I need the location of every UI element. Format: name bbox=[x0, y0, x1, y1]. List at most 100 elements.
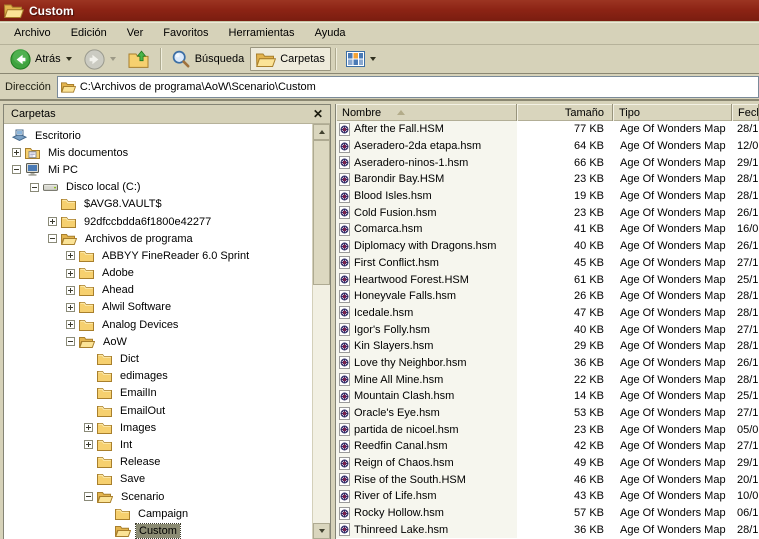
tree-item-archivos-de-programa[interactable]: Archivos de programa bbox=[4, 230, 312, 247]
expander-plus-icon[interactable] bbox=[66, 251, 75, 261]
file-row[interactable]: Aseradero-ninos-1.hsm 66 KB Age Of Wonders… bbox=[336, 154, 759, 172]
expander-minus-icon[interactable] bbox=[48, 234, 57, 244]
views-button[interactable] bbox=[340, 47, 382, 71]
tree-item-int[interactable]: Int bbox=[4, 436, 312, 453]
forward-dropdown-icon[interactable] bbox=[109, 57, 116, 61]
file-row[interactable]: After the Fall.HSM 77 KB Age Of Wonders Ma… bbox=[336, 121, 759, 138]
expander-minus-icon[interactable] bbox=[12, 165, 21, 175]
file-row[interactable]: Barondir Bay.HSM 23 KB Age Of Wonders Map 2… bbox=[336, 171, 759, 188]
expander-plus-icon[interactable] bbox=[48, 217, 57, 227]
folder-icon bbox=[79, 301, 94, 314]
tree-item-emailout[interactable]: EmailOut bbox=[4, 402, 312, 419]
tree-item-dict[interactable]: Dict bbox=[4, 350, 312, 367]
folders-panel-title: Carpetas bbox=[11, 108, 56, 120]
tree-item-adobe[interactable]: Adobe bbox=[4, 265, 312, 282]
file-row[interactable]: Honeyvale Falls.hsm 26 KB Age Of Wonders M… bbox=[336, 287, 759, 305]
window-folder-icon[interactable] bbox=[4, 3, 24, 18]
expander-plus-icon[interactable] bbox=[84, 440, 93, 450]
search-button[interactable]: Búsqueda bbox=[165, 47, 251, 71]
scroll-thumb[interactable] bbox=[313, 140, 330, 285]
menu-item-ayuda[interactable]: Ayuda bbox=[305, 24, 356, 42]
scroll-up-button[interactable] bbox=[313, 124, 330, 140]
expander-minus-icon[interactable] bbox=[30, 182, 39, 192]
file-row[interactable]: Oracle's Eye.hsm 53 KB Age Of Wonders Map 2… bbox=[336, 404, 759, 422]
tree-item-ahead[interactable]: Ahead bbox=[4, 282, 312, 299]
column-header-tamano[interactable]: Tamaño bbox=[517, 104, 613, 121]
menu-item-ver[interactable]: Ver bbox=[117, 24, 154, 42]
file-row[interactable]: First Conflict.hsm 45 KB Age Of Wonders Ma… bbox=[336, 254, 759, 272]
back-button[interactable]: Atrás bbox=[4, 47, 78, 71]
file-date: 28/1 bbox=[737, 123, 759, 136]
tree-item-edimages[interactable]: edimages bbox=[4, 368, 312, 385]
tree-item-alwil-software[interactable]: Alwil Software bbox=[4, 299, 312, 316]
file-type: Age Of Wonders Map bbox=[620, 290, 726, 303]
file-row[interactable]: Comarca.hsm 41 KB Age Of Wonders Map 16/0 bbox=[336, 221, 759, 238]
file-row[interactable]: Rise of the South.HSM 46 KB Age Of Wonders… bbox=[336, 471, 759, 489]
file-row[interactable]: Cold Fusion.hsm 23 KB Age Of Wonders Map 26… bbox=[336, 204, 759, 222]
expander-plus-icon[interactable] bbox=[66, 320, 75, 330]
file-row[interactable]: Igor's Folly.hsm 40 KB Age Of Wonders Map 2… bbox=[336, 321, 759, 338]
file-row[interactable]: River of Life.hsm 43 KB Age Of Wonders Map… bbox=[336, 488, 759, 505]
tree-item-campaign[interactable]: Campaign bbox=[4, 505, 312, 522]
file-row[interactable]: Icedale.hsm 47 KB Age Of Wonders Map 28/1 bbox=[336, 304, 759, 322]
expander-plus-icon[interactable] bbox=[12, 148, 21, 158]
tree-item-abbyy-finereader-6-0-sprint[interactable]: ABBYY FineReader 6.0 Sprint bbox=[4, 247, 312, 264]
tree-item-aow[interactable]: AoW bbox=[4, 333, 312, 350]
folders-icon bbox=[256, 52, 277, 67]
file-row[interactable]: Kin Slayers.hsm 29 KB Age Of Wonders Map 28… bbox=[336, 337, 759, 355]
expander-minus-icon[interactable] bbox=[84, 492, 93, 502]
scroll-track[interactable] bbox=[313, 285, 330, 523]
menu-item-favoritos[interactable]: Favoritos bbox=[153, 24, 218, 42]
tree-item-escritorio[interactable]: Escritorio bbox=[4, 127, 312, 144]
tree-item-custom[interactable]: Custom bbox=[4, 522, 312, 539]
file-row[interactable]: Mountain Clash.hsm 14 KB Age Of Wonders Ma… bbox=[336, 388, 759, 405]
file-row[interactable]: Heartwood Forest.HSM 61 KB Age Of Wonders … bbox=[336, 271, 759, 288]
file-row[interactable]: partida de nicoel.hsm 23 KB Age Of Wonders… bbox=[336, 421, 759, 439]
forward-button[interactable] bbox=[78, 47, 122, 71]
file-row[interactable]: Blood Isles.hsm 19 KB Age Of Wonders Map 28… bbox=[336, 187, 759, 205]
file-size: 36 KB bbox=[574, 523, 604, 536]
file-date: 26/1 bbox=[737, 206, 759, 219]
file-row[interactable]: Diplomacy with Dragons.hsm 40 KB Age Of Wo… bbox=[336, 237, 759, 255]
expander-plus-icon[interactable] bbox=[66, 285, 75, 295]
address-input[interactable]: C:\Archivos de programa\AoW\Scenario\Cus… bbox=[56, 75, 759, 98]
tree-item-mis-documentos[interactable]: Mis documentos bbox=[4, 144, 312, 161]
menu-item-edicion[interactable]: Edición bbox=[61, 24, 117, 42]
tree-item-label: ABBYY FineReader 6.0 Sprint bbox=[102, 249, 250, 262]
file-row[interactable]: Rocky Hollow.hsm 57 KB Age Of Wonders Map 0… bbox=[336, 504, 759, 522]
expander-minus-icon[interactable] bbox=[66, 337, 75, 347]
file-row[interactable]: Reedfin Canal.hsm 42 KB Age Of Wonders Map… bbox=[336, 438, 759, 455]
tree-item-release[interactable]: Release bbox=[4, 454, 312, 471]
tree-scrollbar[interactable] bbox=[312, 124, 330, 539]
column-header-fech[interactable]: Fech bbox=[732, 104, 759, 121]
expander-plus-icon[interactable] bbox=[84, 423, 93, 433]
column-header-nombre[interactable]: Nombre bbox=[336, 104, 517, 121]
file-size: 45 KB bbox=[574, 256, 604, 269]
expander-plus-icon[interactable] bbox=[66, 302, 75, 312]
tree-item-save[interactable]: Save bbox=[4, 471, 312, 488]
back-dropdown-icon[interactable] bbox=[65, 57, 72, 61]
tree-item-92dfccbdda6f1800e42277[interactable]: 92dfccbdda6f1800e42277 bbox=[4, 213, 312, 230]
tree-item-emailin[interactable]: EmailIn bbox=[4, 385, 312, 402]
close-folders-icon[interactable]: ✕ bbox=[313, 108, 323, 120]
menu-item-archivo[interactable]: Archivo bbox=[4, 24, 61, 42]
tree-item-disco-local-c[interactable]: Disco local (C:) bbox=[4, 179, 312, 196]
file-name-cell: Aseradero-2da etapa.hsm bbox=[336, 137, 517, 155]
expander-plus-icon[interactable] bbox=[66, 268, 75, 278]
column-header-tipo[interactable]: Tipo bbox=[613, 104, 732, 121]
tree-item-scenario[interactable]: Scenario bbox=[4, 488, 312, 505]
file-row[interactable]: Aseradero-2da etapa.hsm 64 KB Age Of Wonde… bbox=[336, 137, 759, 155]
tree-item-avg8-vault[interactable]: $AVG8.VAULT$ bbox=[4, 196, 312, 213]
up-button[interactable] bbox=[122, 47, 156, 71]
views-dropdown-icon[interactable] bbox=[369, 57, 376, 61]
file-type: Age Of Wonders Map bbox=[620, 457, 726, 470]
menu-item-herramientas[interactable]: Herramientas bbox=[219, 24, 305, 42]
file-row[interactable]: Love thy Neighbor.hsm 36 KB Age Of Wonders… bbox=[336, 354, 759, 372]
tree-item-analog-devices[interactable]: Analog Devices bbox=[4, 316, 312, 333]
file-row[interactable]: Mine All Mine.hsm 22 KB Age Of Wonders Map… bbox=[336, 371, 759, 388]
tree-item-mi-pc[interactable]: Mi PC bbox=[4, 161, 312, 178]
folders-button[interactable]: Carpetas bbox=[250, 47, 331, 71]
tree-item-images[interactable]: Images bbox=[4, 419, 312, 436]
file-row[interactable]: Thinreed Lake.hsm 36 KB Age Of Wonders Map… bbox=[336, 521, 759, 539]
file-row[interactable]: Reign of Chaos.hsm 49 KB Age Of Wonders Ma… bbox=[336, 454, 759, 472]
